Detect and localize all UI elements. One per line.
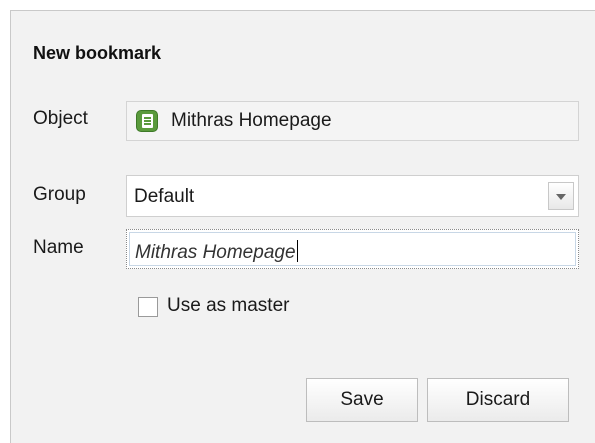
new-bookmark-dialog: New bookmark Object Mithras Homepage Gro… [10,10,595,443]
group-selected-value: Default [134,186,195,207]
chevron-down-icon [556,194,566,200]
save-button[interactable]: Save [306,378,418,422]
dialog-title: New bookmark [33,43,162,63]
name-input-value: Mithras Homepage [135,240,298,263]
object-label: Object [33,108,88,129]
object-value: Mithras Homepage [171,110,332,131]
text-caret [296,240,298,262]
name-label: Name [33,237,84,258]
name-input[interactable]: Mithras Homepage [126,229,579,269]
discard-button[interactable]: Discard [427,378,569,422]
group-label: Group [33,184,86,205]
use-as-master-checkbox[interactable] [138,297,158,317]
dropdown-button[interactable] [548,182,574,210]
object-field: Mithras Homepage [126,101,579,141]
document-icon [136,110,158,132]
use-as-master-label[interactable]: Use as master [167,295,289,317]
group-select[interactable]: Default [126,175,579,217]
